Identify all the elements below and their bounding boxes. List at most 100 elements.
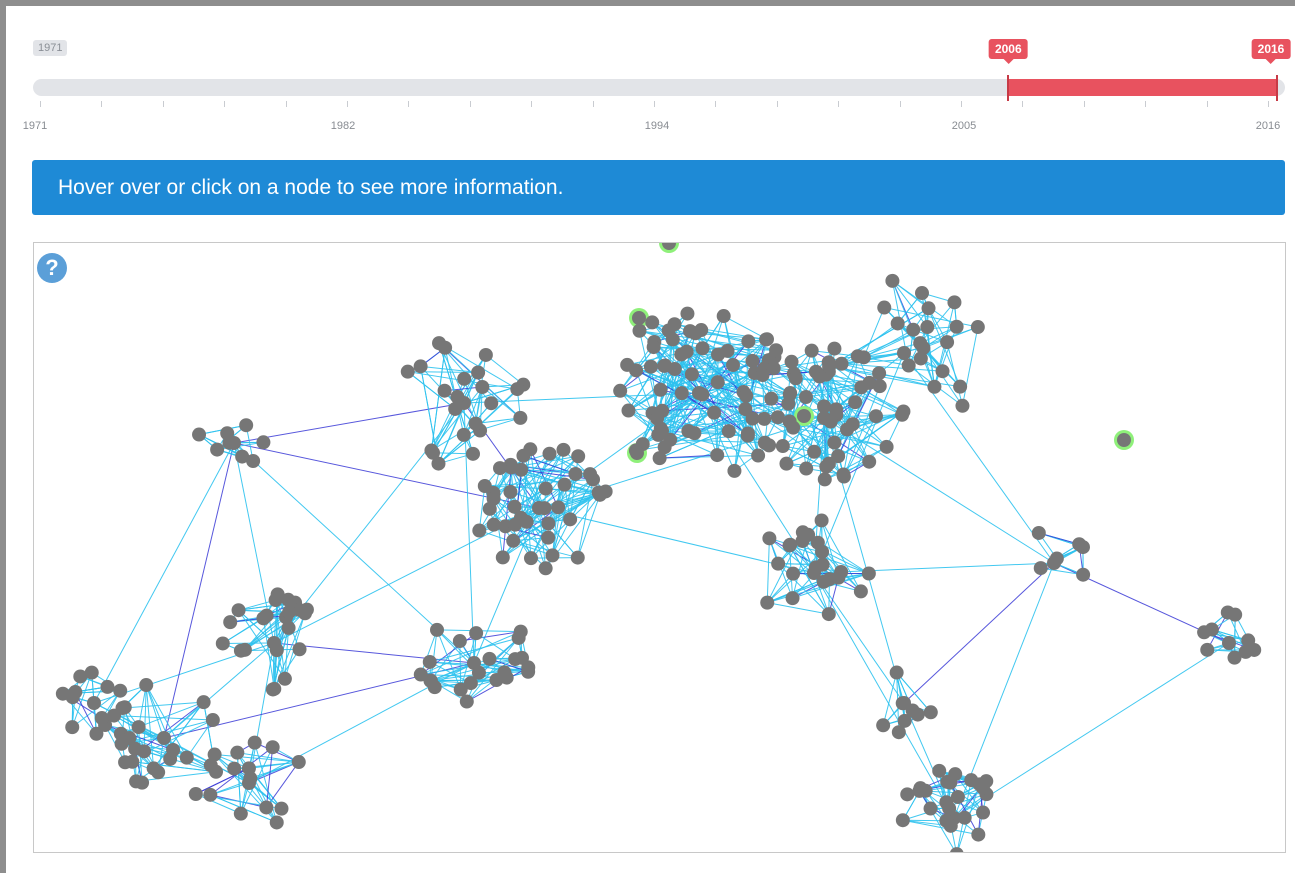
graph-node[interactable] bbox=[975, 780, 990, 795]
graph-node[interactable] bbox=[437, 383, 452, 398]
graph-node[interactable] bbox=[695, 387, 710, 402]
graph-node[interactable] bbox=[538, 481, 553, 496]
graph-node[interactable] bbox=[472, 523, 487, 538]
graph-node[interactable] bbox=[456, 427, 471, 442]
graph-node[interactable] bbox=[87, 696, 101, 710]
graph-node[interactable] bbox=[923, 705, 938, 720]
graph-node[interactable] bbox=[896, 404, 911, 419]
graph-node[interactable] bbox=[771, 556, 786, 571]
graph-node[interactable] bbox=[947, 295, 962, 310]
graph-node[interactable] bbox=[943, 775, 958, 790]
graph-node[interactable] bbox=[557, 477, 572, 492]
graph-node[interactable] bbox=[653, 382, 668, 397]
graph-node[interactable] bbox=[471, 365, 486, 380]
graph-node[interactable] bbox=[452, 634, 467, 649]
graph-node[interactable] bbox=[913, 351, 928, 366]
graph-node[interactable] bbox=[955, 398, 970, 413]
graph-node[interactable] bbox=[817, 472, 832, 487]
graph-node[interactable] bbox=[541, 516, 556, 531]
graph-node[interactable] bbox=[129, 774, 144, 789]
graph-node[interactable] bbox=[900, 787, 915, 802]
graph-node[interactable] bbox=[151, 765, 166, 780]
graph-node[interactable] bbox=[448, 401, 463, 416]
graph-node[interactable] bbox=[207, 747, 222, 762]
graph-node[interactable] bbox=[426, 445, 441, 460]
graph-node[interactable] bbox=[710, 448, 725, 463]
graph-node[interactable] bbox=[1117, 433, 1131, 447]
graph-node[interactable] bbox=[241, 761, 256, 776]
graph-node[interactable] bbox=[836, 467, 851, 482]
graph-node[interactable] bbox=[823, 414, 838, 429]
graph-node[interactable] bbox=[511, 630, 526, 645]
graph-node[interactable] bbox=[259, 608, 274, 623]
graph-node[interactable] bbox=[196, 695, 211, 710]
graph-node[interactable] bbox=[256, 435, 271, 450]
graph-node[interactable] bbox=[118, 755, 133, 770]
graph-node[interactable] bbox=[139, 678, 154, 693]
graph-node[interactable] bbox=[932, 763, 947, 778]
graph-node[interactable] bbox=[910, 707, 925, 722]
graph-node[interactable] bbox=[695, 341, 710, 356]
graph-node[interactable] bbox=[848, 395, 863, 410]
graph-node[interactable] bbox=[759, 332, 774, 347]
graph-node[interactable] bbox=[541, 530, 556, 545]
graph-node[interactable] bbox=[665, 332, 680, 347]
graph-node[interactable] bbox=[797, 409, 811, 423]
graph-node[interactable] bbox=[741, 334, 756, 349]
graph-node[interactable] bbox=[1072, 537, 1087, 552]
graph-node[interactable] bbox=[920, 320, 935, 335]
graph-node[interactable] bbox=[953, 379, 968, 394]
graph-node[interactable] bbox=[179, 750, 194, 765]
graph-node[interactable] bbox=[781, 396, 796, 411]
graph-node[interactable] bbox=[478, 347, 493, 362]
graph-node[interactable] bbox=[551, 500, 566, 515]
graph-node[interactable] bbox=[877, 300, 892, 315]
graph-node[interactable] bbox=[674, 386, 689, 401]
graph-node[interactable] bbox=[782, 538, 797, 553]
graph-node[interactable] bbox=[831, 449, 846, 464]
graph-node[interactable] bbox=[115, 701, 130, 716]
graph-node[interactable] bbox=[519, 514, 534, 529]
graph-node[interactable] bbox=[914, 286, 929, 301]
graph-node[interactable] bbox=[927, 379, 942, 394]
graph-node[interactable] bbox=[901, 358, 916, 373]
network-graph[interactable]: ? bbox=[33, 242, 1286, 853]
graph-node[interactable] bbox=[413, 359, 428, 374]
graph-node[interactable] bbox=[785, 591, 800, 606]
network-graph-canvas[interactable] bbox=[34, 243, 1286, 853]
graph-node[interactable] bbox=[827, 435, 842, 450]
graph-node[interactable] bbox=[757, 411, 772, 426]
graph-node[interactable] bbox=[822, 359, 837, 374]
graph-node[interactable] bbox=[84, 665, 99, 680]
graph-node[interactable] bbox=[246, 454, 261, 469]
graph-node[interactable] bbox=[281, 620, 296, 635]
graph-node[interactable] bbox=[100, 679, 115, 694]
graph-node[interactable] bbox=[856, 350, 871, 365]
graph-node[interactable] bbox=[762, 438, 777, 453]
graph-node[interactable] bbox=[438, 340, 453, 355]
graph-node[interactable] bbox=[798, 390, 813, 405]
graph-node[interactable] bbox=[265, 740, 280, 755]
graph-node[interactable] bbox=[513, 410, 528, 425]
graph-node[interactable] bbox=[897, 713, 912, 728]
graph-node[interactable] bbox=[157, 731, 171, 745]
graph-node[interactable] bbox=[976, 805, 991, 820]
graph-node[interactable] bbox=[94, 711, 109, 726]
graph-node[interactable] bbox=[808, 560, 823, 575]
graph-node[interactable] bbox=[570, 550, 585, 565]
graph-node[interactable] bbox=[613, 383, 628, 398]
graph-node[interactable] bbox=[269, 643, 284, 658]
graph-node[interactable] bbox=[209, 764, 224, 779]
graph-node[interactable] bbox=[687, 426, 702, 441]
graph-node[interactable] bbox=[495, 550, 510, 565]
graph-node[interactable] bbox=[188, 787, 203, 802]
graph-node[interactable] bbox=[949, 319, 964, 334]
graph-node[interactable] bbox=[923, 801, 938, 816]
graph-node[interactable] bbox=[621, 403, 636, 418]
graph-node[interactable] bbox=[674, 347, 689, 362]
graph-node[interactable] bbox=[970, 320, 985, 335]
graph-node[interactable] bbox=[779, 456, 794, 471]
graph-node[interactable] bbox=[282, 605, 297, 620]
slider-end-handle[interactable] bbox=[1276, 75, 1278, 101]
graph-node[interactable] bbox=[764, 391, 779, 406]
